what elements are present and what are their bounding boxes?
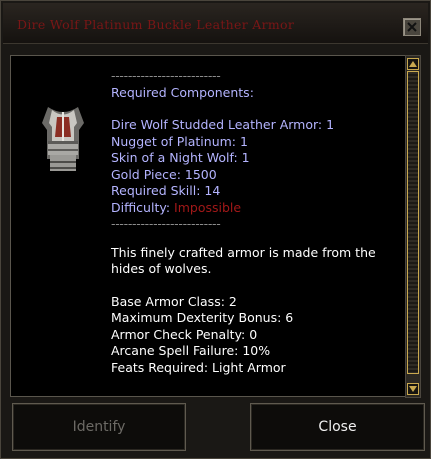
component-line: Gold Piece: 1500 — [111, 166, 217, 182]
item-info-text: -------------------------- Required Comp… — [111, 68, 396, 376]
window-title: Dire Wolf Platinum Buckle Leather Armor — [17, 17, 295, 32]
vertical-scrollbar[interactable] — [405, 55, 421, 398]
difficulty-line: Difficulty: Impossible — [111, 200, 396, 217]
close-button[interactable]: Close — [250, 403, 425, 451]
identify-button[interactable]: Identify — [12, 403, 186, 451]
item-stats: Base Armor Class: 2 Maximum Dexterity Bo… — [111, 294, 396, 377]
separator-top: -------------------------- — [111, 68, 221, 83]
stat-line: Maximum Dexterity Bonus: 6 — [111, 310, 294, 325]
scroll-thumb[interactable] — [407, 71, 419, 374]
separator-bottom: -------------------------- — [111, 216, 221, 231]
item-description: This finely crafted armor is made from t… — [111, 244, 376, 277]
item-details-window: Dire Wolf Platinum Buckle Leather Armor … — [0, 0, 431, 459]
stat-line: Base Armor Class: 2 — [111, 293, 237, 309]
component-line: Skin of a Night Wolf: 1 — [111, 150, 250, 165]
component-line: Dire Wolf Studded Leather Armor: 1 — [111, 117, 335, 132]
difficulty-label: Difficulty: — [111, 199, 171, 215]
leather-armor-icon — [42, 107, 84, 171]
item-description-panel: -------------------------- Required Comp… — [10, 55, 408, 397]
scroll-down-icon[interactable] — [407, 383, 419, 395]
required-components-heading: Required Components: — [111, 84, 254, 100]
close-x-icon[interactable] — [403, 18, 421, 36]
component-line: Nugget of Platinum: 1 — [111, 133, 248, 149]
stat-line: Feats Required: Light Armor — [111, 359, 286, 375]
required-skill-line: Required Skill: 14 — [111, 183, 221, 198]
stat-line: Armor Check Penalty: 0 — [111, 326, 258, 342]
scroll-up-icon[interactable] — [407, 58, 419, 70]
difficulty-value: Impossible — [174, 199, 242, 215]
title-bar[interactable]: Dire Wolf Platinum Buckle Leather Armor — [3, 3, 428, 44]
stat-line: Arcane Spell Failure: 10% — [111, 343, 271, 358]
